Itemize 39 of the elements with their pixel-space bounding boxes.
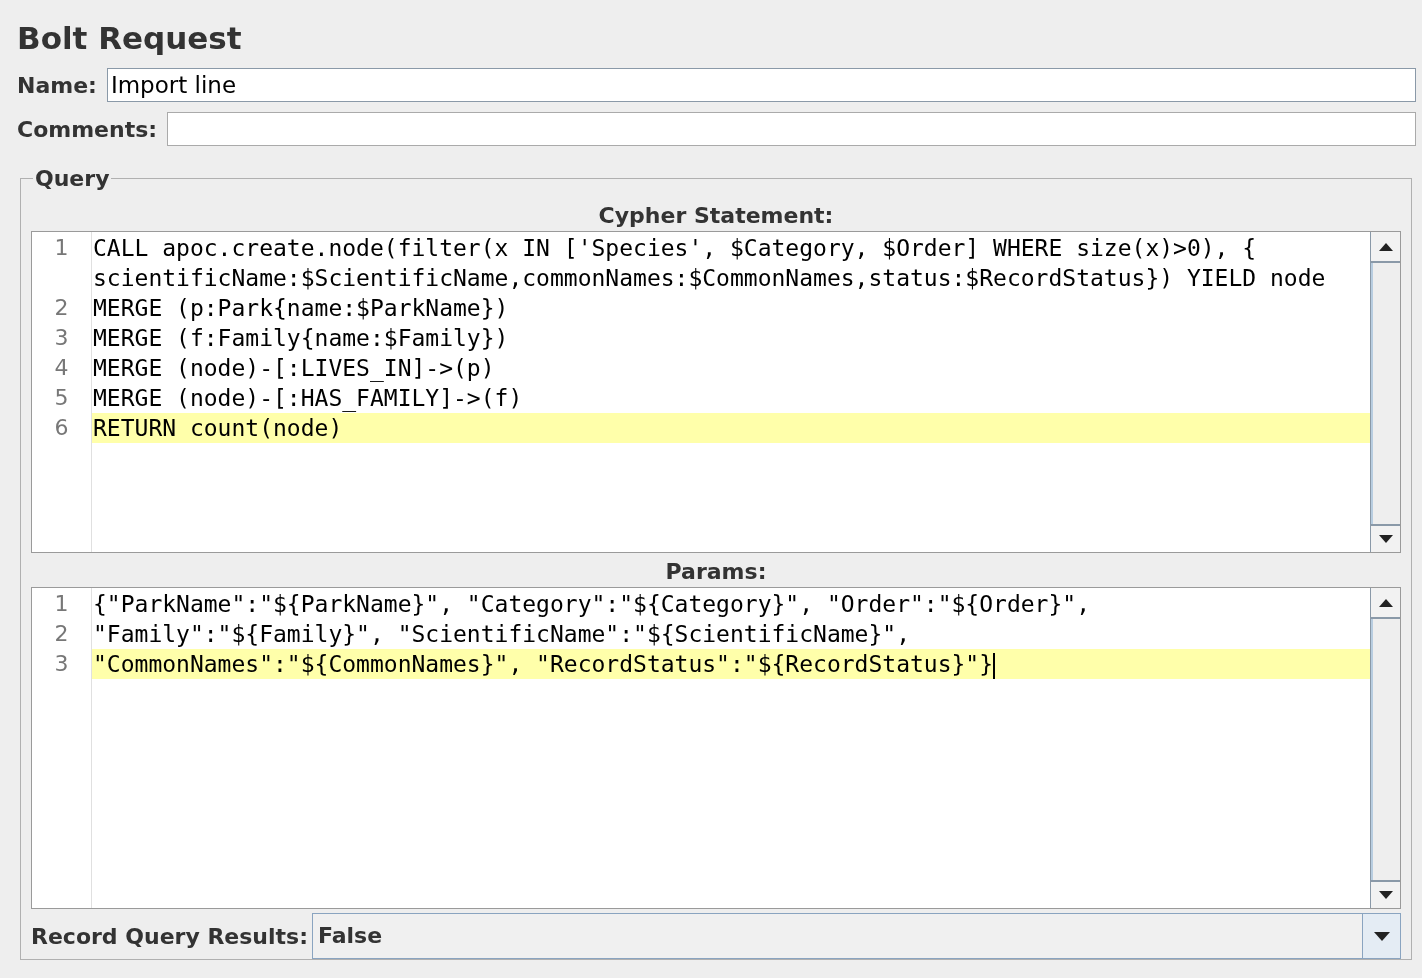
code-line: "Family":"${Family}", "ScientificName":"${ScientificName}", <box>92 620 911 649</box>
scrollbar[interactable] <box>1370 588 1400 908</box>
code-editor[interactable] <box>31 231 1401 553</box>
line-number: 1 <box>53 234 70 262</box>
line-number: 5 <box>53 384 70 412</box>
down-arrow-icon <box>1378 891 1393 899</box>
up-arrow-icon <box>1378 598 1393 607</box>
editor-label: Params: <box>664 558 768 586</box>
scroll-down-button[interactable] <box>1371 880 1400 908</box>
code-editor[interactable] <box>31 587 1401 909</box>
scroll-down-button[interactable] <box>1371 524 1400 552</box>
code-line: MERGE (f:Family{name:$Family}) <box>92 324 510 353</box>
name-field[interactable]: Import line <box>106 68 1416 102</box>
code-line: CALL apoc.create.node(filter(x IN ['Species', $Category, $Order] WHERE size(x)>0), { scientificName:$ScientificName,commonNames:$CommonNames,status:$RecordStatus}) YIELD node <box>92 234 1327 293</box>
scroll-up-button[interactable] <box>1371 232 1400 263</box>
editor-label: Cypher Statement: <box>597 202 835 230</box>
dropdown-arrow-icon <box>1373 931 1390 941</box>
code-line: MERGE (node)-[:HAS_FAMILY]->(f) <box>92 384 524 413</box>
down-arrow-icon <box>1378 535 1393 543</box>
record-results-dropdown[interactable]: False <box>312 913 1401 959</box>
field-label: Record Query Results: <box>31 922 308 951</box>
field-label: Name: <box>17 71 97 100</box>
line-number: 4 <box>53 354 70 382</box>
line-number: 2 <box>53 620 70 648</box>
page-title: Bolt Request <box>17 19 243 58</box>
code-line: {"ParkName":"${ParkName}", "Category":"${Category}", "Order":"${Order}", <box>92 590 1091 619</box>
code-line: MERGE (p:Park{name:$ParkName}) <box>92 294 510 323</box>
up-arrow-icon <box>1378 242 1393 251</box>
scrollbar[interactable] <box>1370 232 1400 552</box>
line-number: 3 <box>53 650 70 678</box>
line-number: 1 <box>53 590 70 618</box>
code-line: MERGE (node)-[:LIVES_IN]->(p) <box>92 354 496 383</box>
comments-field[interactable] <box>167 112 1416 146</box>
line-number: 3 <box>53 324 70 352</box>
scroll-up-button[interactable] <box>1371 588 1400 619</box>
panel-legend: Query <box>33 162 112 195</box>
line-number: 2 <box>53 294 70 322</box>
line-number: 6 <box>53 414 70 442</box>
field-label: Comments: <box>17 115 158 144</box>
